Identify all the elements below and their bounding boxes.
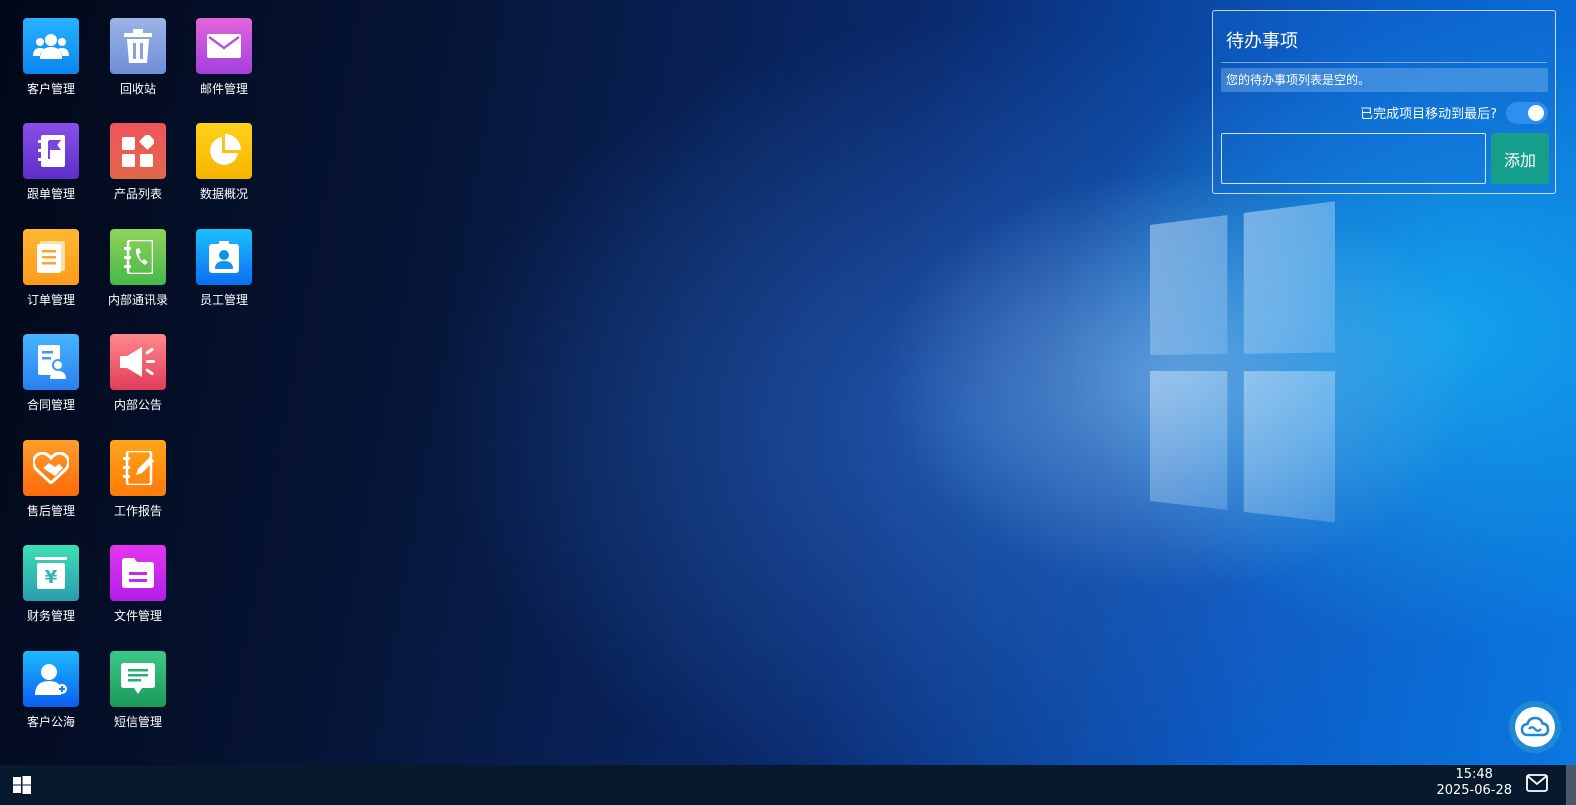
message-icon [110, 651, 166, 707]
desktop-app-label: 跟单管理 [26, 187, 75, 201]
desktop-app-label: 内部公告 [113, 398, 162, 412]
desktop-app-product-grid[interactable]: 产品列表 [95, 123, 181, 213]
todo-widget: 待办事项 您的待办事项列表是空的。 已完成项目移动到最后? 添加 [1212, 10, 1556, 194]
cloud-icon [1515, 707, 1555, 747]
move-completed-label: 已完成项目移动到最后? [1360, 107, 1497, 122]
document-icon [23, 229, 79, 285]
move-completed-toggle[interactable] [1506, 102, 1548, 124]
start-button[interactable] [12, 775, 32, 795]
desktop-app-label: 短信管理 [113, 715, 162, 729]
notification-button[interactable] [1526, 774, 1548, 794]
customer-pool-icon [23, 651, 79, 707]
svg-text:¥: ¥ [45, 567, 58, 588]
show-desktop-button[interactable] [1566, 765, 1576, 805]
folder-icon [110, 545, 166, 601]
desktop-app-label: 数据概况 [199, 187, 248, 201]
trash-icon [110, 18, 166, 74]
desktop-app-pie-chart[interactable]: 数据概况 [181, 123, 267, 213]
cloud-assistant-button[interactable] [1509, 701, 1561, 753]
desktop-app-folder[interactable]: 文件管理 [95, 545, 181, 635]
desktop-app-finance-yen[interactable]: ¥ 财务管理 [8, 545, 94, 635]
megaphone-icon [110, 334, 166, 390]
clock-time: 15:48 [1455, 767, 1493, 782]
desktop-app-label: 回收站 [119, 82, 156, 96]
desktop-app-customer-pool[interactable]: 客户公海 [8, 651, 94, 741]
desktop-app-label: 员工管理 [199, 293, 248, 307]
todo-empty-message: 您的待办事项列表是空的。 [1221, 68, 1548, 92]
desktop-app-megaphone[interactable]: 内部公告 [95, 334, 181, 424]
desktop-app-contract[interactable]: 合同管理 [8, 334, 94, 424]
desktop-app-label: 合同管理 [26, 398, 75, 412]
toggle-knob [1528, 105, 1544, 121]
desktop-app-notebook-flag[interactable]: 跟单管理 [8, 123, 94, 213]
desktop: 客户管理 回收站 邮件管理跟单管理 产品列表 数据概况订单管理 内部通讯录 员工管理合同管理… [0, 0, 1576, 765]
contract-icon [23, 334, 79, 390]
desktop-app-handshake-heart[interactable]: 售后管理 [8, 440, 94, 530]
desktop-app-label: 内部通讯录 [107, 293, 168, 307]
todo-title: 待办事项 [1226, 31, 1298, 52]
desktop-app-label: 财务管理 [26, 609, 75, 623]
add-todo-button[interactable]: 添加 [1491, 133, 1549, 184]
desktop-app-label: 产品列表 [113, 187, 162, 201]
windows-icon [13, 776, 31, 794]
id-badge-icon [196, 229, 252, 285]
desktop-app-id-badge[interactable]: 员工管理 [181, 229, 267, 319]
windows-wallpaper-logo [1150, 201, 1335, 539]
phonebook-icon [110, 229, 166, 285]
pie-chart-icon [196, 123, 252, 179]
desktop-app-trash[interactable]: 回收站 [95, 18, 181, 108]
desktop-app-message[interactable]: 短信管理 [95, 651, 181, 741]
desktop-app-label: 客户公海 [26, 715, 75, 729]
desktop-app-label: 客户管理 [26, 82, 75, 96]
desktop-app-phonebook[interactable]: 内部通讯录 [95, 229, 181, 319]
desktop-app-users[interactable]: 客户管理 [8, 18, 94, 108]
desktop-app-label: 订单管理 [26, 293, 75, 307]
desktop-app-label: 邮件管理 [199, 82, 248, 96]
product-grid-icon [110, 123, 166, 179]
finance-yen-icon: ¥ [23, 545, 79, 601]
todo-divider [1221, 62, 1547, 63]
desktop-app-label: 工作报告 [113, 504, 162, 518]
desktop-app-mail[interactable]: 邮件管理 [181, 18, 267, 108]
desktop-app-document[interactable]: 订单管理 [8, 229, 94, 319]
handshake-heart-icon [23, 440, 79, 496]
taskbar-clock[interactable]: 15:48 2025-06-28 [1436, 767, 1512, 799]
report-edit-icon [110, 440, 166, 496]
notebook-flag-icon [23, 123, 79, 179]
clock-date: 2025-06-28 [1436, 783, 1512, 798]
mail-icon [196, 18, 252, 74]
desktop-app-report-edit[interactable]: 工作报告 [95, 440, 181, 530]
mail-outline-icon [1526, 774, 1548, 792]
todo-input[interactable] [1221, 133, 1486, 184]
desktop-app-label: 售后管理 [26, 504, 75, 518]
desktop-app-label: 文件管理 [113, 609, 162, 623]
users-icon [23, 18, 79, 74]
taskbar: 15:48 2025-06-28 [0, 765, 1576, 805]
